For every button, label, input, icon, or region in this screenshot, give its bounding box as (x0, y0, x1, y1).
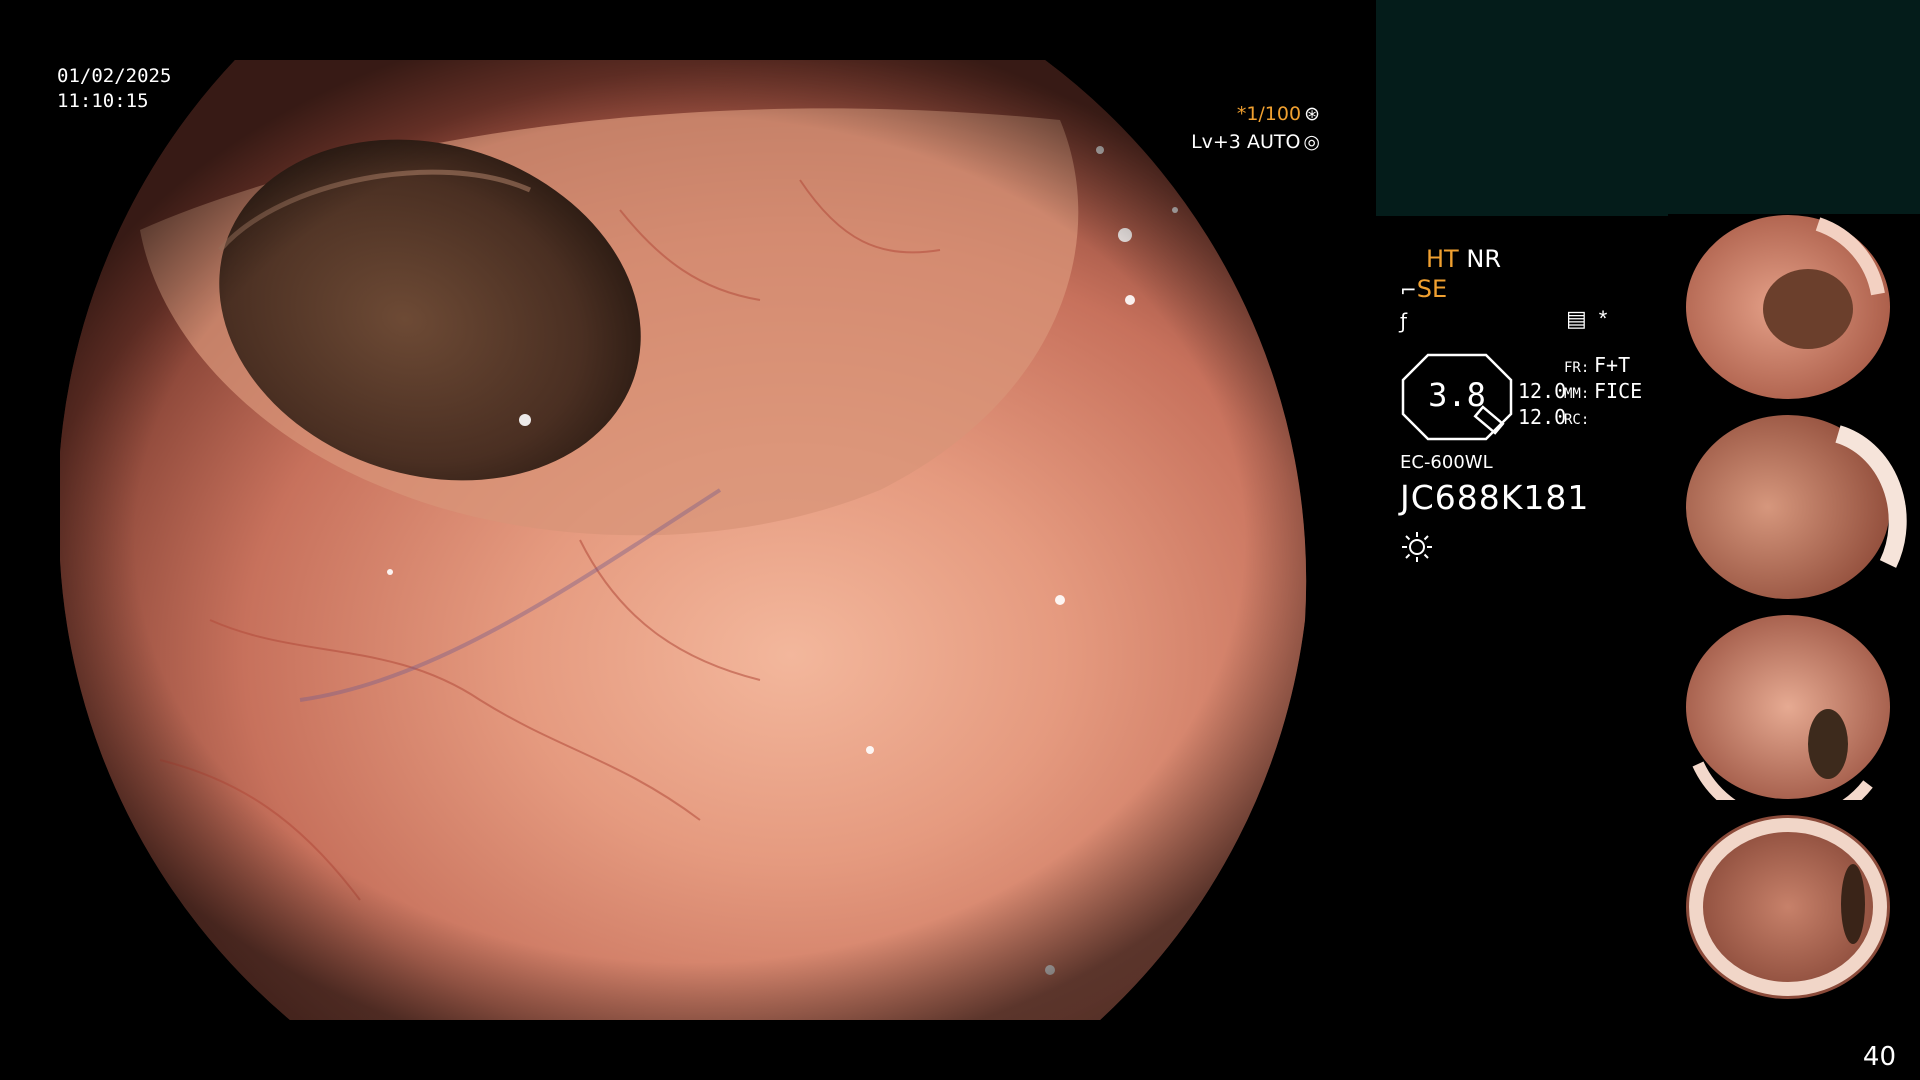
time-text: 11:10:15 (57, 90, 149, 112)
fr-number: 12.0 (1518, 379, 1567, 403)
ht-status: HT (1426, 245, 1459, 273)
nr-status: NR (1466, 245, 1501, 273)
zoom-gauge: 3.8 (1400, 352, 1514, 442)
function-icon: ƒ (1400, 309, 1408, 333)
endoscopic-image (60, 60, 1320, 1020)
thumbnail-2[interactable] (1668, 414, 1920, 600)
shutter-speed: *1/100 (1236, 103, 1302, 125)
aperture-icon: ⊛ (1304, 103, 1320, 125)
level-text: Lv+3 AUTO (1191, 131, 1301, 153)
date-time-overlay: 01/02/2025 11:10:15 (57, 64, 171, 114)
endoscopy-screen: 01/02/2025 11:10:15 *1/100 ⊛ Lv+3 AUTO ◎ H… (0, 0, 1920, 1080)
endoscopic-image-svg (60, 60, 1307, 1020)
scope-serial: JC688K181 (1400, 478, 1590, 517)
fr-value: F+T (1594, 353, 1631, 377)
brightness-ring-icon: ◎ (1303, 131, 1320, 153)
light-source-icon (1400, 530, 1434, 564)
date-text: 01/02/2025 (57, 65, 172, 87)
star-marker: * (1598, 306, 1608, 331)
mm-value: FICE (1594, 379, 1643, 403)
memo-icon: ▤ (1566, 306, 1587, 331)
status-icons: ▤ * (1566, 306, 1619, 332)
capture-thumbnails (1668, 214, 1920, 1014)
parameter-block: FR: F+T 12.0MM: FICE 12.0RC: (1518, 352, 1642, 430)
scope-model: EC-600WL (1400, 452, 1493, 473)
thumbnail-4[interactable] (1668, 814, 1920, 1000)
se-status: SE (1416, 275, 1448, 303)
structure-enhancement-icon: ⌐ (1400, 278, 1417, 302)
top-right-panel (1376, 0, 1920, 216)
exposure-overlay: *1/100 ⊛ Lv+3 AUTO ◎ (1191, 100, 1320, 156)
thumbnail-3[interactable] (1668, 614, 1920, 800)
gauge-value: 3.8 (1428, 376, 1486, 414)
status-block: HT NR ⌐SE ƒ (1400, 244, 1501, 336)
rc-label: RC: (1564, 412, 1590, 428)
mm-number: 12.0 (1518, 405, 1567, 429)
page-number: 40 (1862, 1042, 1896, 1072)
thumbnail-1[interactable] (1668, 214, 1920, 400)
